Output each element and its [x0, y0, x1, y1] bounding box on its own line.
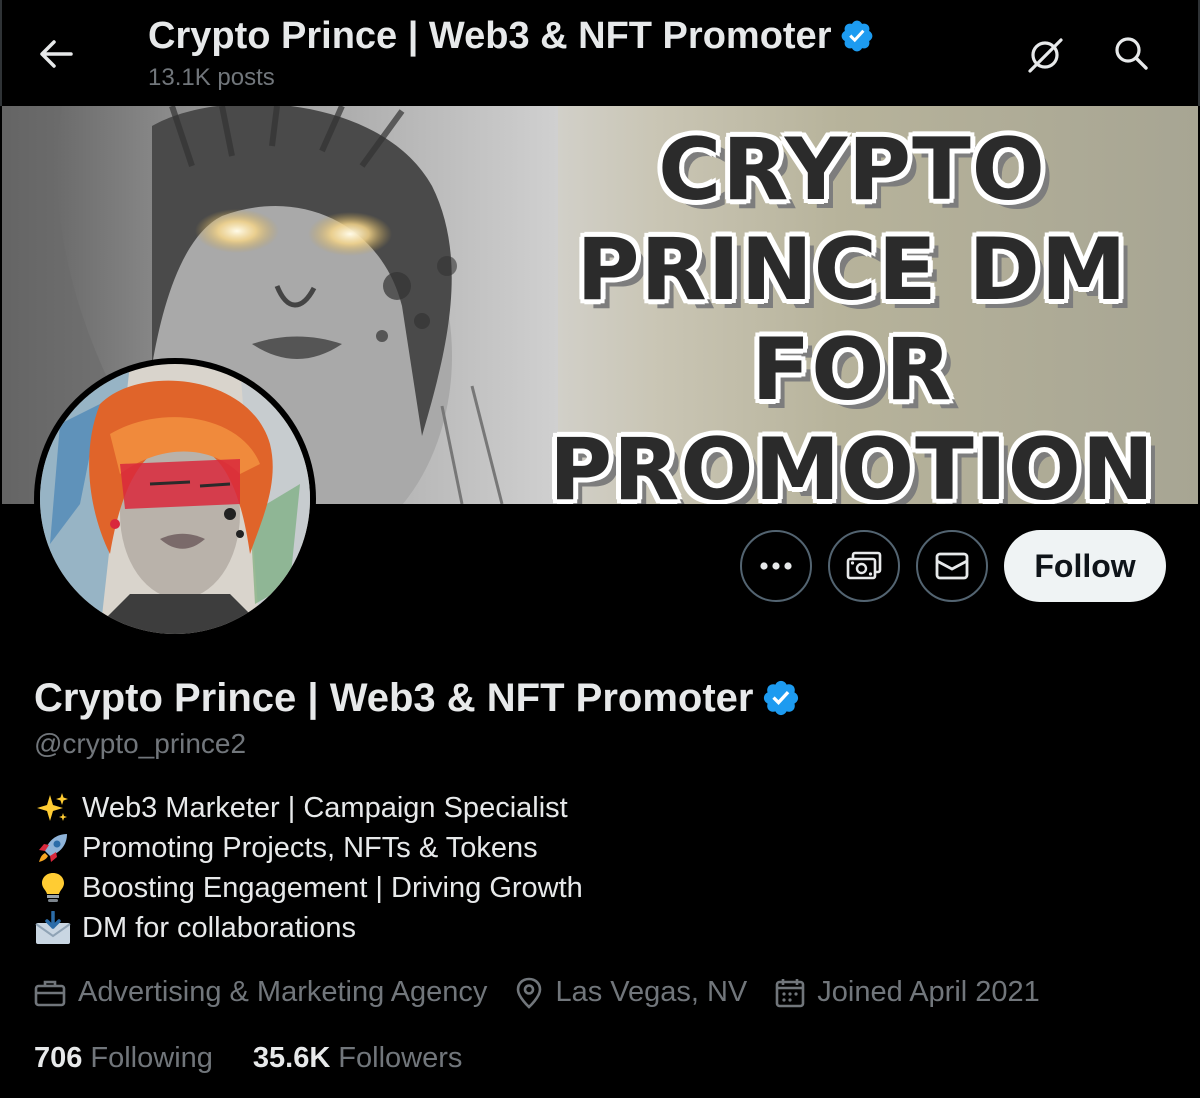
banner-line: PROMOTION: [549, 420, 1155, 504]
banner-line: FOR: [751, 320, 953, 420]
bio-line: Boosting Engagement | Driving Growth: [34, 868, 583, 908]
message-button[interactable]: [916, 530, 988, 602]
followers-label: Followers: [338, 1042, 463, 1074]
briefcase-icon: [34, 980, 66, 1006]
profile-name-row: Crypto Prince | Web3 & NFT Promoter: [34, 674, 801, 722]
followers-link[interactable]: 35.6K Followers: [253, 1042, 462, 1075]
header-title-block: Crypto Prince | Web3 & NFT Promoter 13.1…: [148, 12, 875, 92]
bio-line-text: DM for collaborations: [82, 912, 356, 944]
banner-line: PRINCE DM: [576, 220, 1128, 320]
bio-line-text: Boosting Engagement | Driving Growth: [82, 872, 583, 904]
more-dots-icon: [760, 562, 792, 570]
profile-handle: @crypto_prince2: [34, 728, 247, 759]
profile-location: Las Vegas, NV: [515, 976, 747, 1009]
following-label: Following: [90, 1042, 213, 1074]
money-icon: [846, 551, 882, 580]
search-icon: [1115, 37, 1148, 70]
location-pin-icon: [517, 977, 542, 1009]
profile-meta-row: Advertising & Marketing Agency Las Vegas…: [34, 976, 1068, 1009]
top-header: Crypto Prince | Web3 & NFT Promoter 13.1…: [0, 0, 1200, 106]
post-count: 13.1K posts: [148, 64, 275, 91]
lightbulb-icon: [34, 869, 72, 907]
avatar-image: [40, 364, 310, 634]
verified-badge-icon[interactable]: [761, 678, 801, 718]
calendar-icon: [775, 978, 805, 1007]
following-count: 706: [34, 1042, 83, 1074]
sparkles-icon: [34, 789, 72, 827]
header-title-text: Crypto Prince | Web3 & NFT Promoter: [148, 15, 832, 57]
joined-text: Joined April 2021: [817, 976, 1040, 1008]
bio-line-text: Promoting Projects, NFTs & Tokens: [82, 832, 538, 864]
category-text: Advertising & Marketing Agency: [78, 976, 488, 1008]
verified-badge-icon: [842, 20, 873, 52]
back-button[interactable]: [32, 30, 80, 78]
profile-bio: Web3 Marketer | Campaign Specialist Prom…: [34, 788, 583, 948]
profile-avatar[interactable]: [34, 358, 316, 640]
profile-category: Advertising & Marketing Agency: [34, 976, 487, 1009]
followers-count: 35.6K: [252, 1042, 331, 1074]
bio-line-text: Web3 Marketer | Campaign Specialist: [82, 792, 568, 824]
following-link[interactable]: 706 Following: [34, 1042, 213, 1075]
follow-stats-row: 706 Following 35.6K Followers: [34, 1042, 502, 1075]
banner-line: CRYPTO: [658, 120, 1046, 220]
envelope-icon: [935, 552, 969, 580]
inbox-envelope-icon: [34, 909, 72, 947]
bio-line: Promoting Projects, NFTs & Tokens: [34, 828, 583, 868]
subscribe-button[interactable]: [828, 530, 900, 602]
banner-text: CRYPTO PRINCE DM FOR PROMOTION: [522, 120, 1182, 504]
grok-button[interactable]: [1022, 32, 1068, 78]
more-options-button[interactable]: [740, 530, 812, 602]
bio-line: Web3 Marketer | Campaign Specialist: [34, 788, 583, 828]
profile-joined-date: Joined April 2021: [775, 976, 1040, 1009]
rocket-icon: [34, 829, 72, 867]
bio-line: DM for collaborations: [34, 908, 583, 948]
profile-name: Crypto Prince | Web3 & NFT Promoter: [34, 676, 754, 720]
follow-button[interactable]: Follow: [1004, 530, 1166, 602]
search-button[interactable]: [1108, 30, 1154, 76]
grok-icon: [1028, 38, 1063, 73]
location-text: Las Vegas, NV: [555, 976, 748, 1008]
arrow-left-icon: [40, 40, 73, 68]
header-title: Crypto Prince | Web3 & NFT Promoter: [148, 12, 875, 60]
